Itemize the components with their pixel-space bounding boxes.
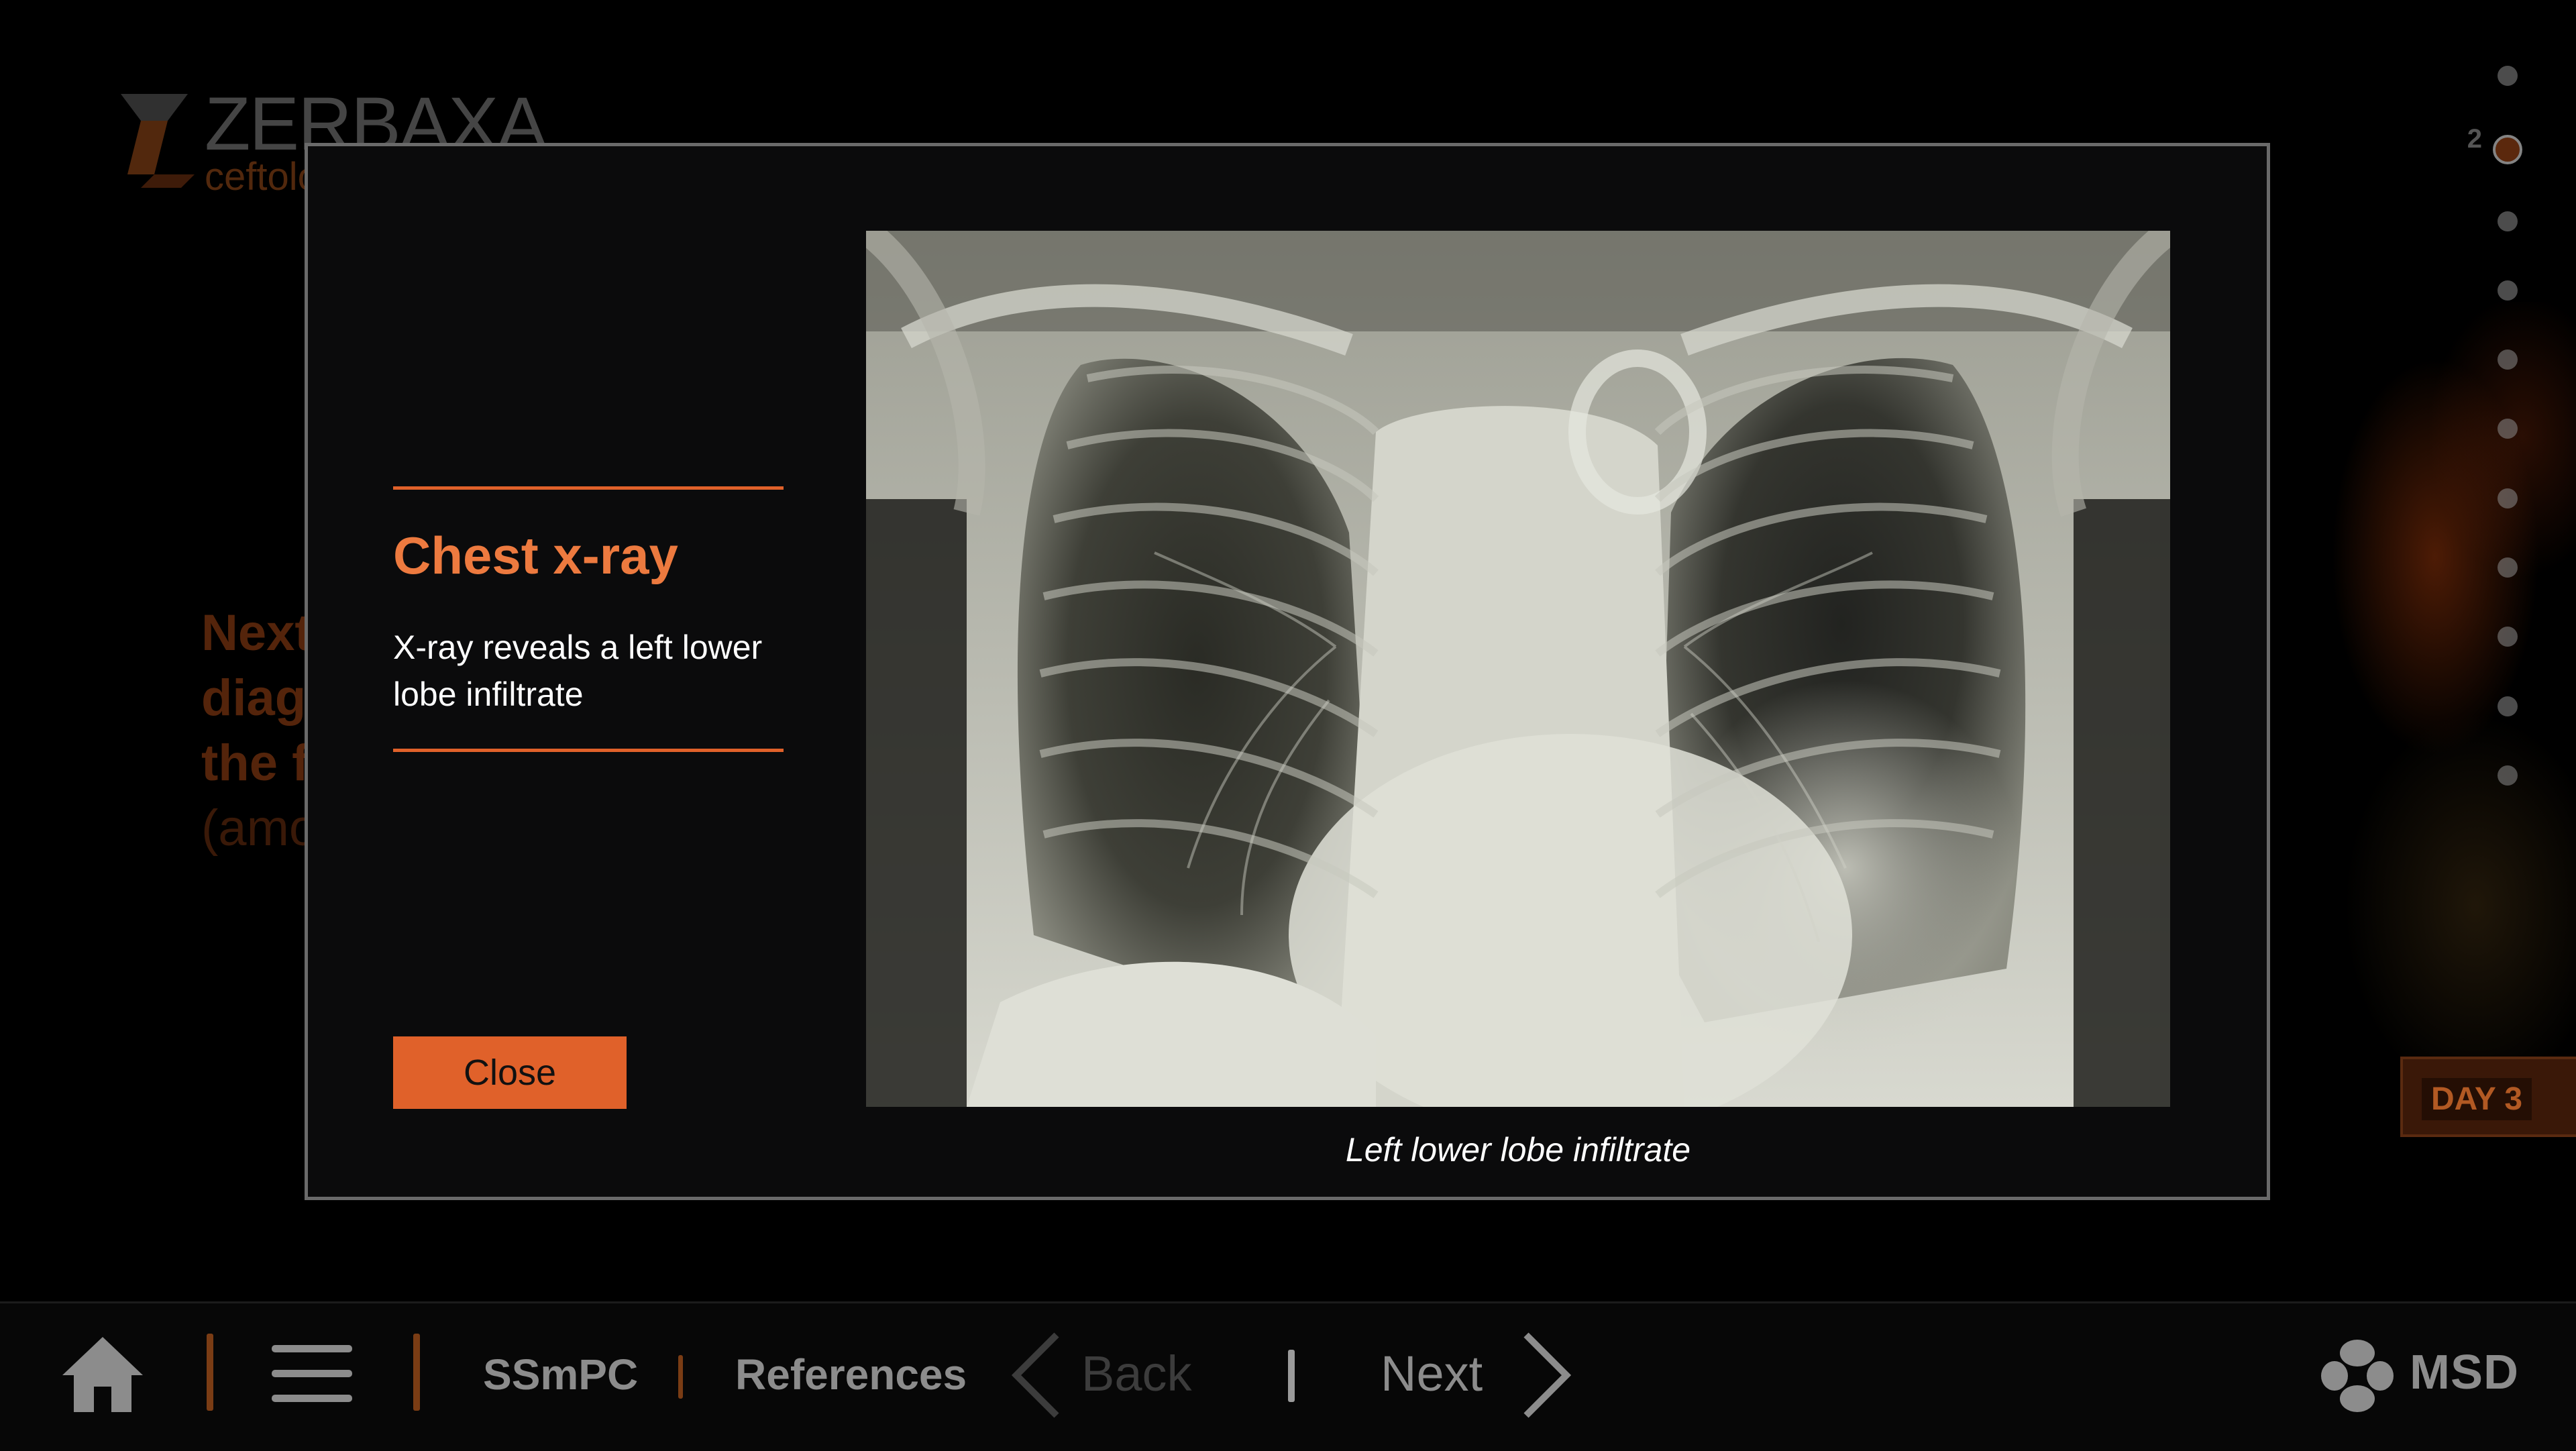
next-button[interactable]: Next bbox=[1381, 1345, 1483, 1402]
day-tab-label: DAY 3 bbox=[2422, 1078, 2532, 1120]
title-divider-bottom bbox=[393, 749, 784, 752]
msd-logo-text: MSD bbox=[2410, 1346, 2519, 1399]
next-chevron-icon[interactable] bbox=[1516, 1332, 1576, 1419]
chest-xray-image bbox=[866, 231, 2170, 1107]
day-tab[interactable]: DAY 3 bbox=[2400, 1057, 2576, 1137]
progress-dot[interactable] bbox=[2498, 211, 2518, 231]
progress-dot[interactable] bbox=[2498, 627, 2518, 647]
progress-dot[interactable] bbox=[2498, 488, 2518, 508]
progress-dot[interactable] bbox=[2498, 280, 2518, 301]
nav-separator bbox=[1288, 1350, 1295, 1402]
image-caption: Left lower lobe infiltrate bbox=[1345, 1131, 1691, 1169]
modal-description: X-ray reveals a left lower lobe infiltra… bbox=[393, 629, 763, 713]
back-chevron-icon[interactable] bbox=[1006, 1332, 1067, 1419]
slide-progress-nav: 2 bbox=[2455, 60, 2556, 798]
menu-button[interactable] bbox=[272, 1345, 352, 1402]
progress-dot-active[interactable] bbox=[2493, 135, 2522, 164]
progress-dot[interactable] bbox=[2498, 765, 2518, 786]
ssmpc-link[interactable]: SSmPC bbox=[483, 1350, 638, 1399]
nav-separator bbox=[207, 1334, 213, 1411]
nav-separator bbox=[678, 1355, 683, 1399]
progress-dot[interactable] bbox=[2498, 350, 2518, 370]
references-link[interactable]: References bbox=[735, 1350, 967, 1399]
chest-xray-modal: Chest x-ray X-ray reveals a left lower l… bbox=[305, 143, 2270, 1200]
title-divider-top bbox=[393, 486, 784, 490]
progress-dot[interactable] bbox=[2498, 696, 2518, 716]
progress-active-number: 2 bbox=[2467, 124, 2482, 154]
home-button[interactable] bbox=[59, 1332, 146, 1415]
back-button[interactable]: Back bbox=[1081, 1345, 1192, 1402]
msd-logo-icon bbox=[2320, 1338, 2395, 1413]
modal-title: Chest x-ray bbox=[393, 526, 678, 585]
close-button[interactable]: Close bbox=[393, 1036, 627, 1109]
progress-dot[interactable] bbox=[2498, 557, 2518, 578]
progress-dot[interactable] bbox=[2498, 66, 2518, 86]
progress-dot[interactable] bbox=[2498, 419, 2518, 439]
zerbaxa-logo-mark-icon bbox=[121, 94, 195, 188]
home-icon bbox=[62, 1337, 143, 1412]
hamburger-menu-icon bbox=[272, 1345, 352, 1402]
nav-separator bbox=[413, 1334, 420, 1411]
